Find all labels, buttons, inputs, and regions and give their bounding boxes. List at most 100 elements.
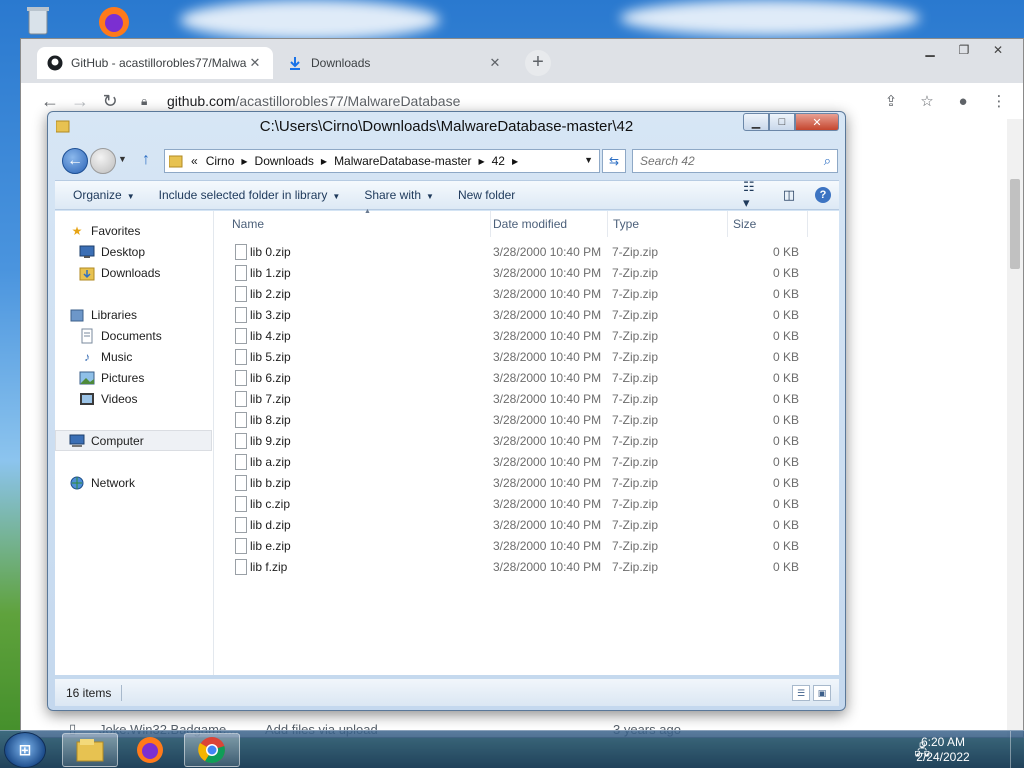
back-arrow-icon[interactable]: ←	[62, 148, 88, 174]
share-icon[interactable]: ⇪	[877, 87, 905, 115]
show-desktop-button[interactable]	[1010, 731, 1024, 768]
file-name: lib 0.zip	[250, 245, 291, 259]
file-row[interactable]: lib 2.zip 3/28/2000 10:40 PM 7-Zip.zip 0 KB	[215, 284, 815, 305]
column-header-type[interactable]: Type	[608, 211, 728, 237]
chevron-right-icon[interactable]: ▶	[509, 157, 521, 166]
nav-downloads[interactable]: Downloads	[79, 262, 160, 283]
start-button[interactable]: ⊞	[4, 732, 46, 768]
refresh-icon[interactable]: ⇆	[602, 149, 626, 173]
chevron-right-icon[interactable]: ▶	[475, 157, 487, 166]
large-icons-view-icon[interactable]: ▣	[813, 685, 831, 701]
file-row[interactable]: lib 4.zip 3/28/2000 10:40 PM 7-Zip.zip 0 KB	[215, 326, 815, 347]
address-bar[interactable]: « Cirno ▶ Downloads ▶ MalwareDatabase-ma…	[164, 149, 600, 173]
breadcrumb-42[interactable]: 42	[488, 154, 509, 168]
chevron-right-icon[interactable]: ▶	[238, 157, 250, 166]
tab-github[interactable]: GitHub - acastillorobles77/Malwa ✕	[37, 47, 273, 79]
organize-button[interactable]: Organize ▼	[61, 188, 147, 202]
chevron-right-icon[interactable]: ▶	[318, 157, 330, 166]
file-date: 3/28/2000 10:40 PM	[493, 287, 602, 301]
file-row[interactable]: lib f.zip 3/28/2000 10:40 PM 7-Zip.zip 0 KB	[215, 557, 815, 578]
file-row[interactable]: lib 7.zip 3/28/2000 10:40 PM 7-Zip.zip 0 KB	[215, 389, 815, 410]
file-row[interactable]: lib c.zip 3/28/2000 10:40 PM 7-Zip.zip 0 KB	[215, 494, 815, 515]
nav-videos[interactable]: Videos	[79, 388, 137, 409]
nav-desktop[interactable]: Desktop	[79, 241, 145, 262]
close-icon[interactable]: ✕	[795, 113, 839, 131]
file-row[interactable]: lib 6.zip 3/28/2000 10:40 PM 7-Zip.zip 0 KB	[215, 368, 815, 389]
new-folder-button[interactable]: New folder	[446, 188, 527, 202]
close-icon[interactable]: ✕	[983, 41, 1013, 59]
column-header-size[interactable]: Size	[728, 211, 808, 237]
explorer-body: ★ Favorites Desktop Downloads Libraries …	[55, 208, 839, 675]
close-tab-icon[interactable]: ✕	[247, 55, 263, 71]
zip-file-icon	[235, 517, 247, 533]
include-in-library-button[interactable]: Include selected folder in library ▼	[147, 188, 353, 202]
sky-cloud	[620, 0, 920, 36]
taskbar-firefox[interactable]	[122, 733, 178, 767]
file-row[interactable]: lib e.zip 3/28/2000 10:40 PM 7-Zip.zip 0 KB	[215, 536, 815, 557]
file-row[interactable]: lib 5.zip 3/28/2000 10:40 PM 7-Zip.zip 0 KB	[215, 347, 815, 368]
breadcrumb-overflow[interactable]: «	[187, 154, 202, 168]
share-with-button[interactable]: Share with ▼	[352, 188, 446, 202]
profile-icon[interactable]: ●	[949, 87, 977, 115]
page-scrollbar[interactable]	[1007, 119, 1023, 737]
libraries-icon	[69, 307, 85, 323]
scrollbar-thumb[interactable]	[1010, 179, 1020, 269]
new-tab-button[interactable]: +	[525, 50, 551, 76]
breadcrumb-cirno[interactable]: Cirno	[202, 154, 239, 168]
file-row[interactable]: lib b.zip 3/28/2000 10:40 PM 7-Zip.zip 0 KB	[215, 473, 815, 494]
nav-pictures[interactable]: Pictures	[79, 367, 144, 388]
change-view-icon[interactable]: ☷ ▾	[743, 179, 763, 210]
minimize-icon[interactable]: ▁	[743, 113, 769, 131]
search-box[interactable]: ⌕	[632, 149, 838, 173]
preview-pane-icon[interactable]: ◫	[779, 185, 799, 205]
breadcrumb-downloads[interactable]: Downloads	[251, 154, 318, 168]
file-row[interactable]: lib 1.zip 3/28/2000 10:40 PM 7-Zip.zip 0 KB	[215, 263, 815, 284]
chevron-down-icon[interactable]: ▼	[584, 155, 593, 165]
search-icon[interactable]: ⌕	[824, 153, 831, 169]
file-type: 7-Zip.zip	[612, 245, 659, 259]
nav-computer[interactable]: Computer	[55, 430, 212, 451]
help-icon[interactable]: ?	[815, 187, 831, 203]
item-count: 16 items	[66, 685, 112, 700]
taskbar-explorer[interactable]	[62, 733, 118, 767]
window-controls: ▁ □ ✕	[743, 113, 839, 131]
search-input[interactable]	[640, 154, 810, 168]
forward-arrow-icon[interactable]	[90, 148, 116, 174]
maximize-icon[interactable]: ❐	[949, 41, 979, 59]
nav-label: Downloads	[101, 265, 161, 280]
nav-documents[interactable]: Documents	[79, 325, 162, 346]
file-row[interactable]: lib 9.zip 3/28/2000 10:40 PM 7-Zip.zip 0 KB	[215, 431, 815, 452]
recent-pages-dropdown-icon[interactable]: ▼	[118, 154, 128, 164]
file-date: 3/28/2000 10:40 PM	[493, 518, 602, 532]
file-date: 3/28/2000 10:40 PM	[493, 329, 602, 343]
file-row[interactable]: lib 0.zip 3/28/2000 10:40 PM 7-Zip.zip 0 KB	[215, 242, 815, 263]
taskbar-chrome[interactable]	[184, 733, 240, 767]
column-header-date[interactable]: Date modified	[488, 211, 608, 237]
desktop-icon	[79, 244, 95, 260]
menu-dots-icon[interactable]: ⋮	[985, 87, 1013, 115]
column-header-name[interactable]: Name ▲	[227, 208, 491, 237]
file-row[interactable]: lib a.zip 3/28/2000 10:40 PM 7-Zip.zip 0 KB	[215, 452, 815, 473]
close-tab-icon[interactable]: ✕	[487, 55, 503, 71]
zip-file-icon	[235, 265, 247, 281]
nav-favorites[interactable]: ★ Favorites	[69, 220, 141, 241]
firefox-desktop-icon[interactable]	[96, 4, 132, 40]
windows-logo-icon: ⊞	[18, 742, 32, 759]
file-row[interactable]: lib d.zip 3/28/2000 10:40 PM 7-Zip.zip 0 KB	[215, 515, 815, 536]
nav-libraries[interactable]: Libraries	[69, 304, 137, 325]
file-row[interactable]: lib 3.zip 3/28/2000 10:40 PM 7-Zip.zip 0 KB	[215, 305, 815, 326]
breadcrumb-malwaredatabase[interactable]: MalwareDatabase-master	[330, 154, 475, 168]
file-type: 7-Zip.zip	[612, 287, 659, 301]
up-arrow-icon[interactable]: ↑	[142, 151, 158, 171]
nav-label: Pictures	[101, 370, 145, 385]
nav-network[interactable]: Network	[69, 472, 135, 493]
minimize-icon[interactable]: ▁	[915, 41, 945, 59]
clock[interactable]: 6:20 AM 2/24/2022	[908, 735, 978, 765]
nav-music[interactable]: ♪ Music	[79, 346, 132, 367]
recycle-bin-icon[interactable]	[20, 2, 56, 38]
file-row[interactable]: lib 8.zip 3/28/2000 10:40 PM 7-Zip.zip 0 KB	[215, 410, 815, 431]
maximize-icon[interactable]: □	[769, 113, 795, 131]
tab-downloads[interactable]: Downloads ✕	[277, 47, 513, 79]
details-view-icon[interactable]: ☰	[792, 685, 810, 701]
bookmark-star-icon[interactable]: ☆	[913, 87, 941, 115]
